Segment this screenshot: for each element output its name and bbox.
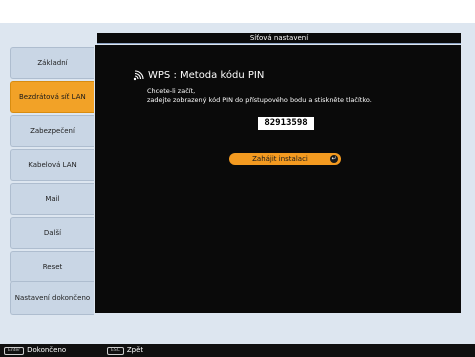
- esc-key-label: Zpět: [126, 346, 144, 354]
- enter-arrow-icon: ↵: [330, 155, 338, 163]
- sidebar-item-bezdratova-lan[interactable]: Bezdrátová síť LAN: [10, 81, 94, 113]
- main-panel: [95, 45, 461, 313]
- sidebar-item-dalsi[interactable]: Další: [10, 217, 94, 249]
- esc-key-badge: ESC: [107, 346, 124, 355]
- enter-key-hint[interactable]: Enter Dokončeno: [4, 344, 66, 357]
- instruction-line-1: Chcete-li začít,: [147, 87, 196, 95]
- sidebar-item-zabezpeceni[interactable]: Zabezpečení: [10, 115, 94, 147]
- footer-key-hints: Enter Dokončeno ESC Zpět: [0, 344, 475, 357]
- enter-key-label: Dokončeno: [27, 346, 67, 354]
- start-installation-button[interactable]: Zahájit instalaci ↵: [229, 153, 341, 165]
- sidebar-item-zakladni[interactable]: Základní: [10, 47, 94, 79]
- sidebar-item-kabelova-lan[interactable]: Kabelová LAN: [10, 149, 94, 181]
- sidebar-item-reset[interactable]: Reset: [10, 251, 94, 283]
- sidebar-item-nastaveni-dokonceno[interactable]: Nastavení dokončeno: [10, 281, 94, 315]
- wps-heading: WPS : Metoda kódu PIN: [133, 70, 264, 81]
- page-title: WPS : Metoda kódu PIN: [148, 70, 265, 81]
- top-margin: [0, 0, 475, 23]
- start-installation-label: Zahájit instalaci: [252, 155, 308, 163]
- projector-network-settings-screen: Síťová nastavení Základní Bezdrátová síť…: [0, 0, 475, 357]
- enter-key-badge: Enter: [4, 346, 25, 355]
- window-title: Síťová nastavení: [97, 33, 461, 44]
- sidebar-item-mail[interactable]: Mail: [10, 183, 94, 215]
- pin-code-display: 82913598: [258, 117, 314, 130]
- instruction-line-2: zadejte zobrazený kód PIN do přístupovéh…: [147, 96, 372, 104]
- wifi-signal-icon: [133, 70, 144, 81]
- esc-key-hint[interactable]: ESC Zpět: [107, 344, 143, 357]
